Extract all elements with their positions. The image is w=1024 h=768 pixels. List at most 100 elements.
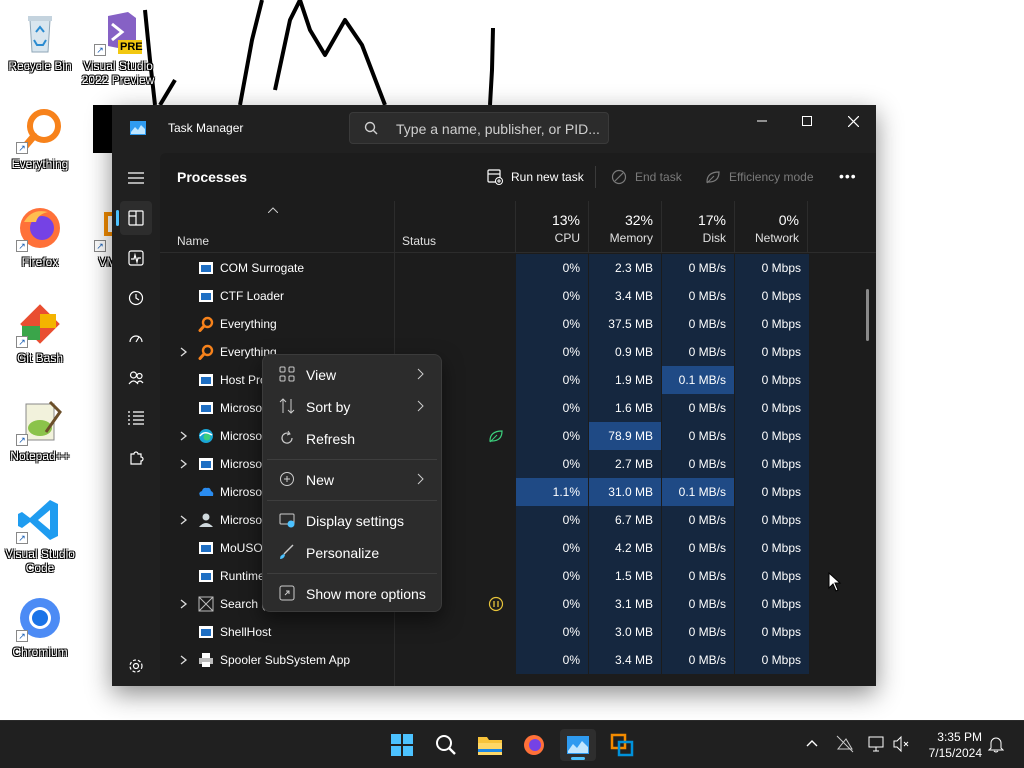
title-bar[interactable]: Task Manager Type a name, publisher, or … — [112, 105, 876, 153]
process-row[interactable]: Everything 0% 37.5 MB 0 MB/s 0 Mbps — [160, 310, 876, 338]
column-name[interactable]: Name — [177, 234, 209, 248]
search-box[interactable]: Type a name, publisher, or PID... — [349, 112, 609, 144]
window-icon — [198, 540, 214, 556]
memory-cell: 31.0 MB — [589, 478, 661, 506]
desktop-icon-label: Everything — [11, 157, 69, 171]
desktop-icon-everything[interactable]: ↗ Everything — [0, 106, 80, 171]
menu-label: Show more options — [306, 586, 426, 602]
menu-item-refresh[interactable]: Refresh — [267, 423, 437, 453]
taskbar-vmware[interactable] — [604, 729, 640, 761]
processes-icon — [128, 210, 144, 226]
notification-bell-icon[interactable] — [988, 735, 1004, 753]
menu-item-view[interactable]: View — [267, 359, 437, 389]
process-name: Microso — [220, 457, 263, 471]
network-cell: 0 Mbps — [735, 618, 809, 646]
nav-details[interactable] — [120, 401, 152, 435]
shortcut-arrow-icon: ↗ — [16, 532, 28, 544]
column-cpu[interactable]: 13% CPU — [515, 201, 588, 253]
menu-item-new[interactable]: New — [267, 464, 437, 494]
disk-cell: 0 MB/s — [662, 254, 734, 282]
nav-app-history[interactable] — [120, 281, 152, 315]
taskbar-file-explorer[interactable] — [472, 729, 508, 761]
maximize-button[interactable] — [784, 105, 830, 137]
more-options-button[interactable]: ••• — [839, 168, 857, 184]
menu-separator — [267, 459, 437, 460]
disk-total: 17% — [697, 212, 726, 228]
hamburger-menu-button[interactable] — [120, 161, 152, 195]
desktop-icon-visual-studio[interactable]: PRE ↗ Visual Studio 2022 Preview — [78, 8, 158, 87]
nav-settings[interactable] — [120, 649, 152, 683]
column-network[interactable]: 0% Network — [734, 201, 808, 253]
menu-item-show-more-options[interactable]: Show more options — [267, 578, 437, 608]
process-row[interactable]: COM Surrogate 0% 2.3 MB 0 MB/s 0 Mbps — [160, 254, 876, 282]
memory-cell: 2.3 MB — [589, 254, 661, 282]
run-new-task-button[interactable]: Run new task — [487, 166, 584, 188]
expand-chevron-icon[interactable] — [180, 459, 188, 469]
network-offline-icon[interactable] — [836, 735, 854, 753]
column-memory[interactable]: 32% Memory — [588, 201, 661, 253]
end-task-icon — [611, 169, 627, 185]
disk-cell: 0.1 MB/s — [662, 366, 734, 394]
expand-chevron-icon[interactable] — [180, 347, 188, 357]
display-icon[interactable] — [868, 735, 886, 753]
process-name: COM Surrogate — [220, 261, 305, 275]
memory-cell: 4.2 MB — [589, 534, 661, 562]
expand-chevron-icon[interactable] — [180, 655, 188, 665]
process-row[interactable]: CTF Loader 0% 3.4 MB 0 MB/s 0 Mbps — [160, 282, 876, 310]
shortcut-arrow-icon: ↗ — [16, 240, 28, 252]
nav-users[interactable] — [120, 361, 152, 395]
cpu-cell: 0% — [516, 366, 588, 394]
menu-item-sort-by[interactable]: Sort by — [267, 391, 437, 421]
taskbar: 3:35 PM 7/15/2024 — [0, 720, 1024, 768]
taskbar-search[interactable] — [428, 729, 464, 761]
system-clock[interactable]: 3:35 PM 7/15/2024 — [918, 729, 982, 761]
disk-cell: 0.1 MB/s — [662, 478, 734, 506]
column-header-row: Name Status 13% CPU 32% Memory 17% Disk … — [160, 201, 876, 253]
taskbar-firefox[interactable] — [516, 729, 552, 761]
tray-chevron-up-icon[interactable] — [806, 739, 818, 747]
desktop-icon-firefox[interactable]: ↗ Firefox — [0, 204, 80, 269]
taskbar-start[interactable] — [384, 729, 420, 761]
desktop-icon-recycle-bin[interactable]: Recycle Bin — [0, 8, 80, 73]
process-name: Everything — [220, 317, 277, 331]
column-status[interactable]: Status — [402, 234, 436, 248]
nav-performance[interactable] — [120, 241, 152, 275]
process-row[interactable]: ShellHost 0% 3.0 MB 0 MB/s 0 Mbps — [160, 618, 876, 646]
hamburger-icon — [128, 172, 144, 184]
expand-chevron-icon[interactable] — [180, 599, 188, 609]
suspended-pause-icon — [488, 596, 504, 612]
cpu-cell: 1.1% — [516, 478, 588, 506]
desktop-icon-vscode[interactable]: ↗ Visual Studio Code — [0, 496, 80, 575]
menu-item-display-settings[interactable]: Display settings — [267, 505, 437, 535]
process-name: Spooler SubSystem App — [220, 653, 351, 667]
close-button[interactable] — [830, 105, 876, 137]
desktop-icon-git-bash[interactable]: ↗ Git Bash — [0, 300, 80, 365]
end-task-button[interactable]: End task — [611, 166, 682, 188]
column-disk[interactable]: 17% Disk — [661, 201, 734, 253]
nav-processes[interactable] — [116, 201, 152, 235]
run-new-task-label: Run new task — [511, 170, 584, 184]
firefox-icon — [524, 735, 544, 755]
process-row[interactable]: Spooler SubSystem App 0% 3.4 MB 0 MB/s 0 Mbp… — [160, 646, 876, 674]
expand-chevron-icon[interactable] — [180, 515, 188, 525]
search-icon — [364, 121, 378, 135]
run-task-icon — [487, 169, 503, 185]
menu-item-personalize[interactable]: Personalize — [267, 537, 437, 567]
desktop-icon-notepadpp[interactable]: ↗ Notepad++ — [0, 398, 80, 463]
expand-chevron-icon[interactable] — [180, 431, 188, 441]
desktop-icon-chromium[interactable]: ↗ Chromium — [0, 594, 80, 659]
process-name: Search ( — [220, 597, 266, 611]
scrollbar-thumb[interactable] — [866, 289, 869, 341]
disk-cell: 0 MB/s — [662, 646, 734, 674]
shortcut-arrow-icon: ↗ — [16, 434, 28, 446]
volume-muted-icon[interactable] — [892, 735, 910, 753]
taskbar-task-manager[interactable] — [560, 729, 596, 761]
minimize-button[interactable] — [739, 105, 785, 137]
memory-cell: 2.7 MB — [589, 450, 661, 478]
task-manager-window: Task Manager Type a name, publisher, or … — [112, 105, 876, 686]
edge-icon — [198, 428, 214, 444]
efficiency-mode-button[interactable]: Efficiency mode — [705, 166, 814, 188]
nav-startup-apps[interactable] — [120, 321, 152, 355]
sort-icon — [279, 398, 295, 414]
nav-services[interactable] — [120, 441, 152, 475]
